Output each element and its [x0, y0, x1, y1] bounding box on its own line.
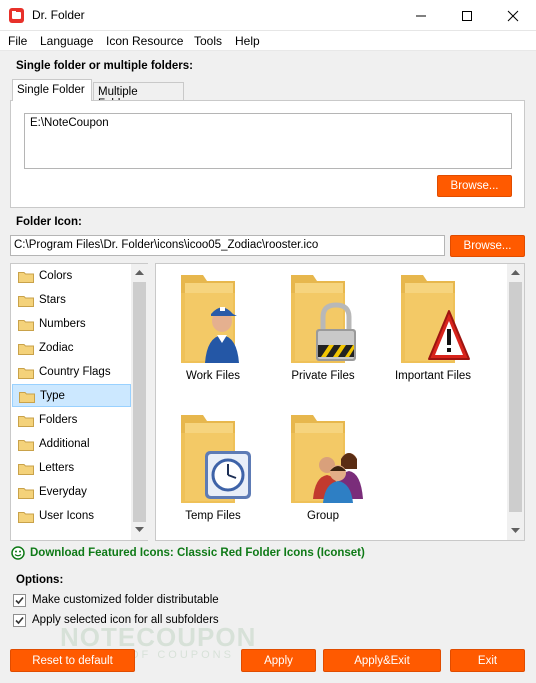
category-label: Numbers: [39, 318, 86, 330]
category-label: Colors: [39, 270, 73, 282]
category-list: Colors Stars Numbers Zodiac Country Flag…: [10, 263, 148, 541]
window-title: Dr. Folder: [32, 8, 85, 22]
folder-icon: [18, 416, 34, 427]
icon-private-files[interactable]: Private Files: [268, 268, 378, 398]
checkmark-icon: [15, 616, 24, 625]
icon-caption: Temp Files: [185, 510, 241, 522]
scroll-up-icon[interactable]: [135, 269, 144, 275]
category-item-additional[interactable]: Additional: [12, 433, 131, 456]
menu-file[interactable]: File: [8, 34, 27, 48]
folder-icon: [18, 344, 34, 355]
category-item-zodiac[interactable]: Zodiac: [12, 337, 131, 360]
icon-caption: Work Files: [185, 370, 241, 382]
single-folder-panel: E:\NoteCoupon Browse...: [10, 100, 525, 208]
category-scrollbar[interactable]: [131, 264, 148, 540]
folder-icon: [18, 272, 34, 283]
icon-caption: Group: [307, 510, 339, 522]
maximize-icon: [462, 11, 472, 21]
category-item-user-icons[interactable]: User Icons: [12, 505, 131, 528]
folder-icon: [18, 440, 34, 451]
icon-browse-button[interactable]: Browse...: [450, 235, 525, 257]
minimize-icon: [416, 15, 426, 17]
icon-caption: Private Files: [291, 370, 355, 382]
download-featured-link[interactable]: Download Featured Icons: Classic Red Fol…: [30, 547, 365, 559]
category-item-folders[interactable]: Folders: [12, 409, 131, 432]
maximize-button[interactable]: [444, 0, 490, 31]
checkmark-icon: [15, 596, 24, 605]
folder-icon: [18, 368, 34, 379]
icon-group[interactable]: Group: [268, 408, 378, 538]
category-item-colors[interactable]: Colors: [12, 265, 131, 288]
tab-single-folder-label: Single Folder: [17, 84, 85, 96]
scroll-down-icon[interactable]: [135, 527, 144, 533]
category-label: Type: [40, 390, 65, 402]
apply-button[interactable]: Apply: [241, 649, 316, 672]
category-label: Zodiac: [39, 342, 74, 354]
menu-help[interactable]: Help: [235, 34, 260, 48]
icon-caption: Important Files: [394, 370, 472, 382]
exit-button[interactable]: Exit: [450, 649, 525, 672]
tab-single-folder[interactable]: Single Folder: [12, 79, 92, 101]
category-label: Folders: [39, 414, 78, 426]
folder-people-icon: [291, 415, 363, 503]
distributable-label: Make customized folder distributable: [32, 594, 219, 606]
folder-worker-icon: [181, 275, 239, 363]
category-label: Stars: [39, 294, 66, 306]
icon-temp-files[interactable]: Temp Files: [158, 408, 268, 538]
title-bar: Dr. Folder: [0, 0, 536, 31]
folder-icon: [19, 392, 35, 403]
scroll-up-icon[interactable]: [511, 269, 520, 275]
close-icon: [507, 10, 519, 22]
minimize-button[interactable]: [398, 0, 444, 31]
close-button[interactable]: [490, 0, 536, 31]
category-label: Additional: [39, 438, 90, 450]
category-item-everyday[interactable]: Everyday: [12, 481, 131, 504]
folder-icon: [18, 320, 34, 331]
category-label: Everyday: [39, 486, 87, 498]
tab-multiple-folders[interactable]: Multiple Folders: [93, 82, 184, 110]
category-scroll-thumb[interactable]: [133, 282, 146, 522]
distributable-checkbox[interactable]: [13, 594, 26, 607]
icon-work-files[interactable]: Work Files: [158, 268, 268, 398]
folder-padlock-icon: [291, 275, 356, 363]
folder-icon-label: Folder Icon:: [16, 216, 82, 228]
options-label: Options:: [16, 574, 64, 586]
category-label: Country Flags: [39, 366, 111, 378]
folder-icon: [18, 512, 34, 523]
icon-grid: Work Files Private Files Important Files: [155, 263, 525, 541]
smiley-icon: [11, 546, 25, 560]
category-item-type[interactable]: Type: [12, 384, 131, 407]
folder-clock-icon: [181, 415, 251, 503]
folders-browse-button[interactable]: Browse...: [437, 175, 512, 197]
menu-icon-resource[interactable]: Icon Resource: [106, 34, 183, 48]
icon-grid-scrollbar[interactable]: [507, 264, 524, 540]
folder-icon: [18, 464, 34, 475]
apply-exit-button[interactable]: Apply&Exit: [323, 649, 441, 672]
icon-path-input[interactable]: C:\Program Files\Dr. Folder\icons\icoo05…: [10, 235, 445, 256]
drfolder-app-icon: [9, 8, 24, 23]
folder-icon: [18, 296, 34, 307]
icon-important-files[interactable]: Important Files: [378, 268, 488, 398]
folder-icon: [18, 488, 34, 499]
icon-grid-scroll-thumb[interactable]: [509, 282, 522, 512]
reset-default-button[interactable]: Reset to default: [10, 649, 135, 672]
category-label: User Icons: [39, 510, 94, 522]
category-item-letters[interactable]: Letters: [12, 457, 131, 480]
menu-language[interactable]: Language: [40, 34, 93, 48]
category-item-country-flags[interactable]: Country Flags: [12, 361, 131, 384]
menu-bar: File Language Icon Resource Tools Help: [0, 31, 536, 51]
folder-warning-icon: [401, 275, 470, 363]
menu-tools[interactable]: Tools: [194, 34, 222, 48]
apply-subfolders-checkbox[interactable]: [13, 614, 26, 627]
category-label: Letters: [39, 462, 75, 474]
category-item-stars[interactable]: Stars: [12, 289, 131, 312]
category-item-numbers[interactable]: Numbers: [12, 313, 131, 336]
scroll-down-icon[interactable]: [511, 528, 520, 534]
folder-path-textarea[interactable]: E:\NoteCoupon: [24, 113, 512, 169]
folders-section-label: Single folder or multiple folders:: [16, 60, 193, 72]
